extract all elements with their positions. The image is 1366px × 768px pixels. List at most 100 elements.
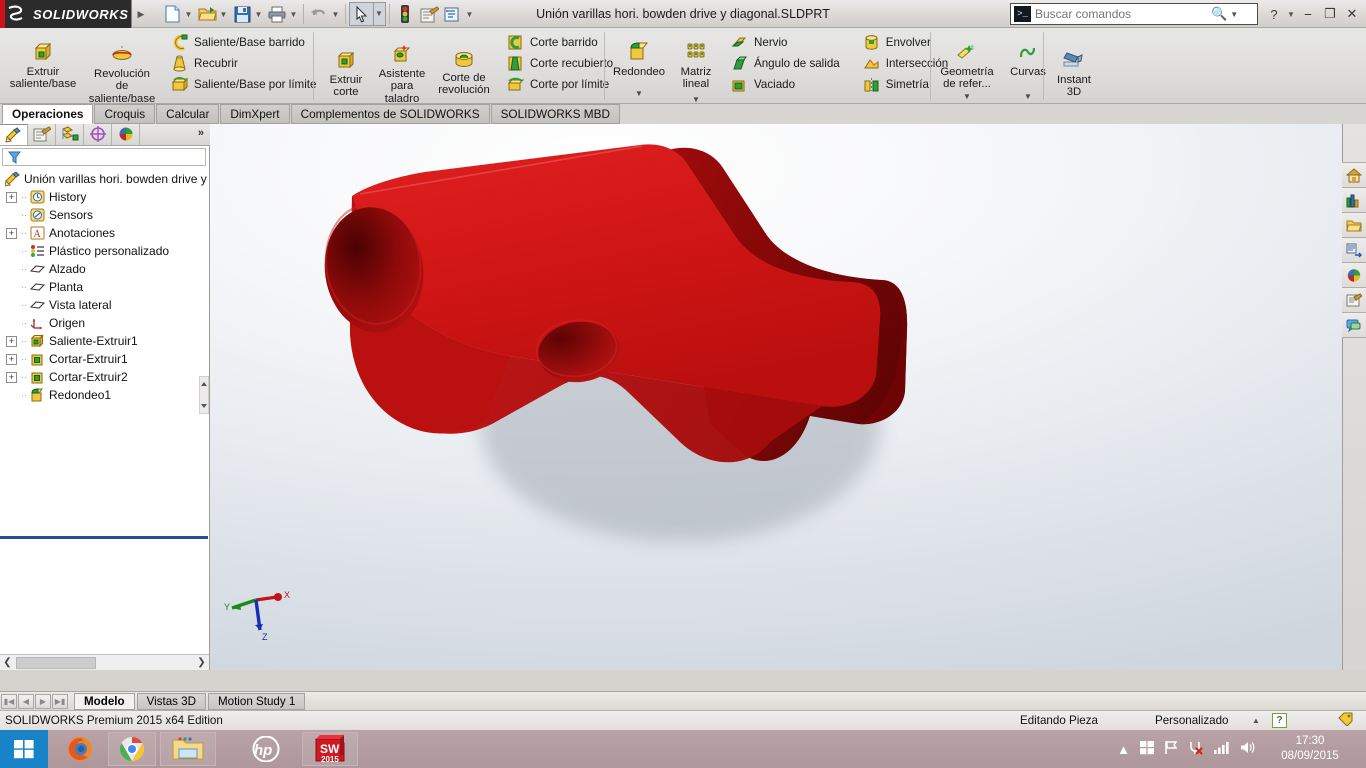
tab-complementos-solidworks[interactable]: Complementos de SOLIDWORKS bbox=[290, 104, 490, 124]
expand-plus-icon[interactable]: + bbox=[6, 335, 17, 347]
command-search-box[interactable]: >_ 🔍 ▼ bbox=[1010, 3, 1258, 25]
appearances-scenes-icon[interactable] bbox=[1342, 263, 1366, 288]
volume-icon[interactable] bbox=[1239, 740, 1256, 758]
tree-item-material[interactable]: ·· Plástico personalizado bbox=[0, 242, 208, 260]
chevron-up-icon[interactable]: ▲ bbox=[1252, 716, 1260, 725]
tree-item-anotaciones[interactable]: + ·· A Anotaciones bbox=[0, 224, 208, 242]
firefox-icon[interactable] bbox=[56, 732, 104, 766]
extrude-cut-button[interactable]: Extruir corte bbox=[318, 44, 374, 99]
flag-icon[interactable] bbox=[1164, 740, 1179, 758]
tree-item-redondeo1[interactable]: ·· Redondeo1 bbox=[0, 386, 208, 404]
tree-item-planta[interactable]: ·· Planta bbox=[0, 278, 208, 296]
chevron-down-icon[interactable]: ▼ bbox=[330, 10, 341, 19]
configuration-manager-tab[interactable] bbox=[56, 124, 84, 145]
expand-plus-icon[interactable]: + bbox=[6, 227, 17, 239]
chevron-down-icon[interactable]: ▼ bbox=[635, 90, 643, 98]
tab-solidworks-mbd[interactable]: SOLIDWORKS MBD bbox=[490, 104, 621, 124]
lofted-cut-button[interactable]: Corte recubierto bbox=[504, 53, 617, 74]
qat-select-tool[interactable]: ▼ bbox=[349, 2, 386, 26]
scroll-right-icon[interactable]: ❯ bbox=[194, 657, 209, 668]
boundary-cut-button[interactable]: Corte por límite bbox=[504, 74, 617, 95]
reference-geometry-button[interactable]: Geometría de refer... ▼ bbox=[934, 36, 1000, 101]
revolve-cut-button[interactable]: Corte de revolución bbox=[430, 42, 498, 97]
units-label[interactable]: Personalizado bbox=[1155, 714, 1228, 727]
tree-item-cortar-extruir2[interactable]: + ·· Cortar-Extruir2 bbox=[0, 368, 208, 386]
fillet-button[interactable]: Redondeo ▼ bbox=[610, 36, 668, 98]
qat-options[interactable]: ▼ bbox=[441, 2, 476, 26]
chevron-down-icon[interactable]: ▼ bbox=[253, 10, 264, 19]
chevron-down-icon[interactable]: ▼ bbox=[183, 10, 194, 19]
qat-undo[interactable]: ▼ bbox=[307, 2, 342, 26]
sw-resources-icon[interactable] bbox=[1342, 163, 1366, 188]
chevron-down-icon[interactable]: ▼ bbox=[464, 10, 475, 19]
boundary-boss-button[interactable]: Saliente/Base por límite bbox=[168, 74, 320, 95]
hp-icon[interactable]: hp bbox=[242, 732, 290, 766]
tab-croquis[interactable]: Croquis bbox=[94, 104, 156, 124]
swept-boss-button[interactable]: Saliente/Base barrido bbox=[168, 32, 320, 53]
qat-open-document[interactable]: ▼ bbox=[195, 2, 230, 26]
feature-tree-hscrollbar[interactable]: ❮ ❯ bbox=[0, 654, 209, 670]
last-tab-icon[interactable]: ▶▮ bbox=[52, 693, 68, 709]
chevron-down-icon[interactable]: ▼ bbox=[1230, 10, 1238, 19]
taskbar-clock[interactable]: 17:30 08/09/2015 bbox=[1262, 734, 1358, 764]
chevron-down-icon[interactable]: ▼ bbox=[288, 10, 299, 19]
model-3d-render[interactable] bbox=[210, 124, 1342, 670]
hole-wizard-button[interactable]: Asistente para taladro bbox=[374, 38, 430, 105]
extrude-boss-button[interactable]: Extruir saliente/base bbox=[4, 36, 82, 91]
custom-properties-icon[interactable] bbox=[1342, 288, 1366, 313]
solidworks-logo[interactable]: SOLIDWORKS bbox=[0, 0, 132, 28]
rib-button[interactable]: Nervio bbox=[728, 32, 844, 53]
tree-item-vista-lateral[interactable]: ·· Vista lateral bbox=[0, 296, 208, 314]
tree-item-saliente-extruir1[interactable]: + ·· Saliente-Extruir1 bbox=[0, 332, 208, 350]
tree-item-part-root[interactable]: Unión varillas hori. bowden drive y bbox=[0, 170, 208, 188]
qat-file-properties[interactable] bbox=[417, 2, 441, 26]
tree-item-sensors[interactable]: ·· Sensors bbox=[0, 206, 208, 224]
draft-button[interactable]: Ángulo de salida bbox=[728, 53, 844, 74]
help-badge-icon[interactable]: ? bbox=[1272, 713, 1287, 728]
expand-plus-icon[interactable]: + bbox=[6, 191, 17, 203]
tree-item-alzado[interactable]: ·· Alzado bbox=[0, 260, 208, 278]
dimxpert-manager-tab[interactable] bbox=[84, 124, 112, 145]
expand-plus-icon[interactable]: + bbox=[6, 371, 17, 383]
feature-tree-filter[interactable] bbox=[2, 148, 206, 166]
file-explorer-icon[interactable] bbox=[1342, 213, 1366, 238]
display-manager-tab[interactable] bbox=[112, 124, 140, 145]
tab-operaciones[interactable]: Operaciones bbox=[2, 104, 94, 124]
network-disconnected-icon[interactable] bbox=[1188, 740, 1204, 758]
tree-item-history[interactable]: + ·· History bbox=[0, 188, 208, 206]
tab-calcular[interactable]: Calcular bbox=[156, 104, 220, 124]
chevron-down-icon[interactable]: ▼ bbox=[373, 3, 384, 25]
chevron-down-icon[interactable]: ▼ bbox=[1024, 93, 1032, 101]
chevron-down-icon[interactable]: ▼ bbox=[692, 95, 700, 104]
help-icon[interactable]: ? bbox=[1264, 3, 1284, 25]
sw-forum-icon[interactable] bbox=[1342, 313, 1366, 338]
graphics-area[interactable]: Y X Z bbox=[210, 124, 1342, 670]
qat-rebuild[interactable] bbox=[393, 2, 417, 26]
feature-manager-tab[interactable] bbox=[0, 124, 28, 145]
search-icon[interactable]: 🔍 bbox=[1211, 6, 1227, 22]
chrome-icon[interactable] bbox=[108, 732, 156, 766]
qat-save-document[interactable]: ▼ bbox=[230, 2, 265, 26]
revolve-boss-button[interactable]: Revolución de saliente/base bbox=[82, 38, 162, 105]
qat-new-document[interactable]: ▼ bbox=[160, 2, 195, 26]
property-manager-tab[interactable] bbox=[28, 124, 56, 145]
doc-tab-vistas-3d[interactable]: Vistas 3D bbox=[136, 692, 206, 710]
first-tab-icon[interactable]: ▮◀ bbox=[1, 693, 17, 709]
tree-item-origen[interactable]: ·· Origen bbox=[0, 314, 208, 332]
linear-pattern-button[interactable]: Matriz lineal ▼ bbox=[668, 36, 724, 104]
chevron-down-icon[interactable]: ▼ bbox=[963, 92, 971, 101]
minimize-icon[interactable]: ⎯ bbox=[1298, 3, 1318, 25]
file-explorer-icon[interactable] bbox=[160, 732, 216, 766]
view-palette-icon[interactable] bbox=[1342, 238, 1366, 263]
menu-expand-arrow-icon[interactable]: ▶ bbox=[134, 5, 148, 23]
search-input[interactable] bbox=[1035, 7, 1211, 21]
next-tab-icon[interactable]: ▶ bbox=[35, 693, 51, 709]
doc-tab-motion-study-1[interactable]: Motion Study 1 bbox=[207, 692, 306, 710]
windows-action-center-icon[interactable] bbox=[1139, 740, 1155, 758]
manager-tabs-more-button[interactable]: » bbox=[198, 127, 204, 139]
swept-cut-button[interactable]: Corte barrido bbox=[504, 32, 617, 53]
rollback-bar[interactable] bbox=[0, 536, 208, 539]
close-icon[interactable]: ✕ bbox=[1342, 3, 1362, 25]
scroll-thumb[interactable] bbox=[16, 656, 96, 669]
tag-icon[interactable] bbox=[1338, 712, 1354, 729]
